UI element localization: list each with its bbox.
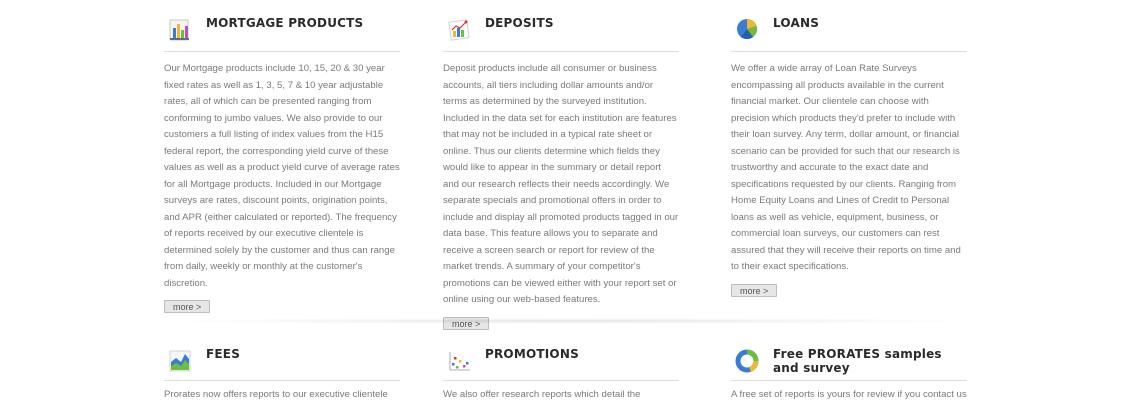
section-description: We also offer research reports which det… <box>443 389 641 400</box>
section-header: Free PRORATES samples and survey <box>731 336 967 381</box>
section-mortgage-products: MORTGAGE PRODUCTS Our Mortgage products … <box>164 0 400 314</box>
section-header: LOANS <box>731 0 967 52</box>
section-description: Prorates now offers reports to our execu… <box>164 389 388 400</box>
section-promotions: PROMOTIONS We also offer research report… <box>443 336 679 400</box>
section-title: LOANS <box>773 16 820 30</box>
scatter-chart-icon <box>449 352 470 371</box>
area-chart-icon <box>169 350 191 372</box>
row-divider <box>150 318 990 324</box>
section-title: MORTGAGE PRODUCTS <box>206 16 364 30</box>
more-button[interactable]: more > <box>164 300 211 313</box>
section-deposits: DEPOSITS Deposit products include all co… <box>443 0 679 331</box>
section-header: MORTGAGE PRODUCTS <box>164 0 400 52</box>
section-header: PROMOTIONS <box>443 336 679 381</box>
section-loans: LOANS We offer a wide array of Loan Rate… <box>731 0 967 298</box>
section-title: FEES <box>206 347 241 361</box>
donut-chart-icon <box>735 349 759 373</box>
section-fees: FEES Prorates now offers reports to our … <box>164 336 400 400</box>
section-description: Our Mortgage products include 10, 15, 20… <box>164 63 400 289</box>
section-title: PROMOTIONS <box>485 347 579 361</box>
section-description: A free set of reports is yours for revie… <box>731 389 967 400</box>
more-button[interactable]: more > <box>731 283 778 297</box>
line-chart-icon <box>448 19 470 41</box>
pie-chart-icon <box>737 19 757 39</box>
bar-chart-icon <box>169 19 189 41</box>
section-description: We offer a wide array of Loan Rate Surve… <box>731 63 961 272</box>
section-free-samples: Free PRORATES samples and survey A free … <box>731 336 967 400</box>
section-description: Deposit products include all consumer or… <box>443 63 679 305</box>
section-header: FEES <box>164 336 400 381</box>
section-title: Free PRORATES samples and survey <box>773 347 942 375</box>
section-header: DEPOSITS <box>443 0 679 52</box>
section-title: DEPOSITS <box>485 16 554 30</box>
